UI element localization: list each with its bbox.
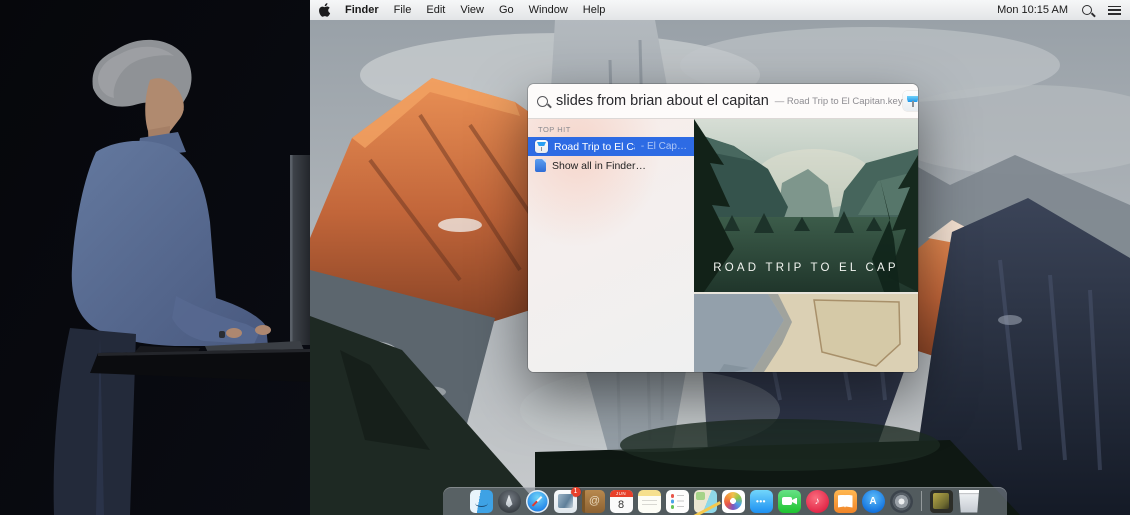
spotlight-preview-pane[interactable]: ROAD TRIP TO EL CAP (694, 119, 918, 372)
dock-item-system-preferences[interactable] (889, 489, 913, 513)
spotlight-window: slides from brian about el capitan — Roa… (528, 84, 918, 372)
menu-help[interactable]: Help (583, 4, 606, 16)
dock-item-contacts[interactable] (581, 489, 605, 513)
slide-title-text: ROAD TRIP TO EL CAP (713, 262, 898, 274)
calendar-day: 8 (617, 498, 625, 511)
slide-california-map-image (694, 294, 918, 372)
dock-item-reminders[interactable] (665, 489, 689, 513)
result-detail: - El Cap… (640, 141, 687, 152)
dock-item-calendar[interactable]: JUN 8 (609, 489, 633, 513)
screenshot-root: Finder File Edit View Go Window Help Mon 10:1… (0, 0, 1130, 515)
menubar-clock[interactable]: Mon 10:15 AM (997, 4, 1068, 16)
menu-view[interactable]: View (460, 4, 484, 16)
demo-screen: Finder File Edit View Go Window Help Mon 10:1… (310, 0, 1130, 515)
menu-bar: Finder File Edit View Go Window Help Mon 10:1… (310, 0, 1130, 20)
keynote-app-icon (902, 91, 918, 111)
spotlight-body: TOP HIT Road Trip to El Capitan.key - El… (528, 119, 918, 372)
result-label: Road Trip to El Capitan.key (554, 140, 635, 153)
preview-slide-2 (694, 294, 918, 372)
dock-item-messages[interactable]: ••• (749, 489, 773, 513)
dock-item-facetime[interactable] (777, 489, 801, 513)
dock-item-mail[interactable]: 1 (553, 486, 581, 513)
spotlight-menu-icon[interactable] (1082, 5, 1092, 15)
results-section-header: TOP HIT (538, 125, 571, 134)
active-app-name[interactable]: Finder (345, 4, 379, 16)
dock-item-notes[interactable] (637, 489, 661, 513)
search-autocomplete-text: — Road Trip to El Capitan.key (774, 95, 903, 107)
dock-separator (920, 491, 922, 511)
dock-item-stack[interactable] (929, 489, 953, 513)
dock-item-itunes[interactable]: ♪ (805, 489, 829, 513)
dock-item-launchpad[interactable] (497, 489, 521, 513)
presenter-illustration (0, 0, 310, 515)
spotlight-search-bar[interactable]: slides from brian about el capitan — Roa… (528, 84, 918, 119)
menu-file[interactable]: File (394, 4, 412, 16)
notification-badge: 1 (570, 486, 581, 497)
apple-menu[interactable] (319, 3, 332, 17)
dock-item-appstore[interactable]: A (861, 489, 885, 513)
stage-photo-panel (0, 0, 310, 515)
appstore-glyph: A (869, 495, 877, 507)
slide-yosemite-image: ROAD TRIP TO EL CAP (694, 119, 918, 292)
keynote-icon (535, 140, 548, 153)
result-show-all-in-finder[interactable]: Show all in Finder… (528, 156, 694, 175)
result-road-trip-to-el-capitan-key[interactable]: Road Trip to El Capitan.key - El Cap… (528, 137, 694, 156)
dock-item-photos[interactable] (721, 489, 745, 513)
spotlight-results-pane: TOP HIT Road Trip to El Capitan.key - El… (528, 119, 694, 372)
spotlight-results: Road Trip to El Capitan.key - El Cap… Sh… (528, 137, 694, 175)
menubar-menus: File Edit View Go Window Help (394, 4, 606, 16)
menu-window[interactable]: Window (529, 4, 568, 16)
search-icon (537, 95, 548, 107)
search-query-text[interactable]: slides from brian about el capitan (556, 93, 769, 109)
itunes-glyph: ♪ (814, 495, 820, 507)
menu-go[interactable]: Go (499, 4, 514, 16)
finder-document-icon (535, 159, 546, 172)
menu-edit[interactable]: Edit (426, 4, 445, 16)
dock-item-trash[interactable] (958, 489, 980, 513)
dock-item-finder[interactable] (469, 489, 493, 513)
apple-logo-icon (319, 3, 331, 17)
preview-slide-1: ROAD TRIP TO EL CAP (694, 119, 918, 292)
notification-center-icon[interactable] (1108, 5, 1121, 16)
dock-item-maps[interactable] (693, 489, 717, 513)
dock: 1 JUN8 ••• ♪ A (443, 486, 1007, 515)
messages-glyph: ••• (756, 496, 766, 506)
dock-item-ibooks[interactable] (833, 489, 857, 513)
calendar-month: JUN (609, 489, 633, 497)
dock-item-safari[interactable] (525, 489, 549, 513)
result-label: Show all in Finder… (552, 159, 646, 172)
